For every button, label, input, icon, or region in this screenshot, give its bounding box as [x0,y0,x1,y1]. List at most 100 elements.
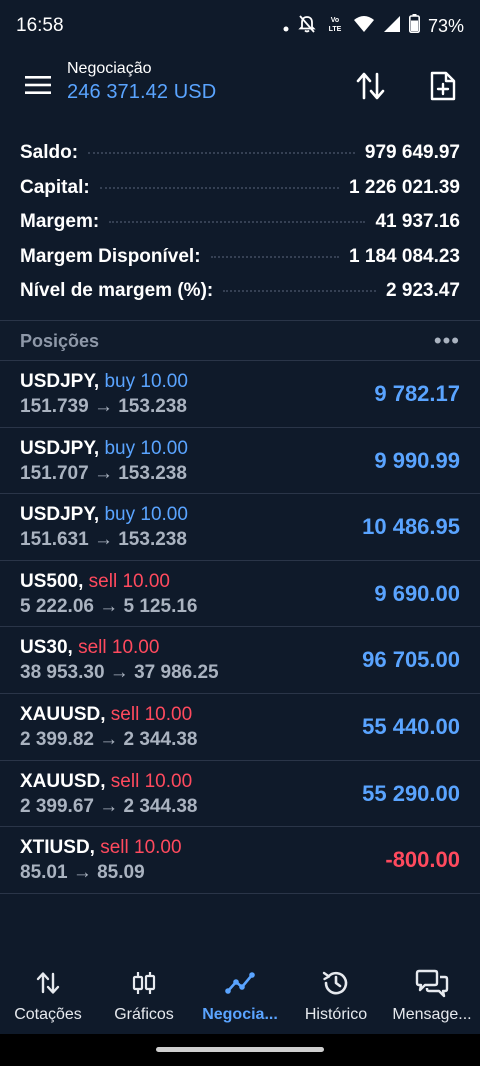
summary-row-margin-level: Nível de margem (%): 2 923.47 [0,274,480,309]
position-symbol: US500, [20,570,84,592]
summary-label: Saldo: [20,142,79,164]
position-prices: 38 953.30 → 37 986.25 [20,662,219,684]
position-row[interactable]: USDJPY, buy 10.00 151.631 → 153.238 10 4… [0,494,480,561]
new-document-icon [430,71,456,101]
summary-row-equity: Capital: 1 226 021.39 [0,171,480,206]
summary-label: Capital: [20,176,90,198]
tab-label: Cotações [14,1006,82,1023]
position-side: buy 10.00 [104,437,188,459]
messages-icon [415,968,449,998]
position-symbol: US30, [20,637,73,659]
summary-label: Nível de margem (%): [20,280,214,302]
position-profit: -800.00 [385,847,460,873]
wifi-icon [353,15,375,38]
position-side: sell 10.00 [110,703,193,725]
dotted-leader [99,186,340,189]
new-order-button[interactable] [425,68,461,104]
summary-value: 1 226 021.39 [349,176,460,198]
history-icon [321,968,351,998]
position-row[interactable]: US500, sell 10.00 5 222.06 → 5 125.16 9 … [0,561,480,628]
tab-quotes[interactable]: Cotações [0,958,96,1034]
position-side: sell 10.00 [78,637,160,659]
battery-icon [408,14,420,38]
svg-text:Vo: Vo [331,17,339,24]
position-side: buy 10.00 [104,504,188,526]
title-block: Negociação 246 371.42 USD [67,60,216,104]
status-icons: Vo LTE 73% [283,14,464,39]
summary-label: Margem: [20,211,100,233]
summary-value: 1 184 084.23 [349,245,460,267]
signal-icon [383,15,401,38]
home-gesture-handle[interactable] [156,1047,324,1052]
position-side: buy 10.00 [104,371,188,392]
charts-icon [130,968,158,998]
positions-list: USDJPY, buy 10.00 151.739 → 153.238 9 78… [0,361,480,894]
position-row[interactable]: XAUUSD, sell 10.00 2 399.67 → 2 344.38 5… [0,761,480,828]
summary-label: Margem Disponível: [20,245,201,267]
dotted-leader [109,221,366,224]
dotted-leader [223,290,377,293]
summary-value: 979 649.97 [364,142,460,164]
menu-button[interactable] [22,71,54,99]
summary-value: 2 923.47 [386,280,460,302]
sort-icon [356,72,385,100]
position-row[interactable]: US30, sell 10.00 38 953.30 → 37 986.25 9… [0,627,480,694]
svg-text:LTE: LTE [329,26,342,33]
position-symbol: USDJPY, [20,504,100,526]
tab-label: Negocia... [202,1006,278,1023]
summary-row-margin: Margem: 41 937.16 [0,205,480,240]
positions-section-header: Posições ••• [0,321,480,361]
position-symbol: XTIUSD, [20,837,95,859]
tab-label: Histórico [304,1006,368,1023]
dot-icon [283,16,289,37]
position-row[interactable]: USDJPY, buy 10.00 151.739 → 153.238 9 78… [0,361,480,428]
bell-muted-icon [297,14,317,39]
position-profit: 55 290.00 [362,780,460,806]
app-header: Negociação 246 371.42 USD [0,52,480,118]
quotes-icon [35,968,61,998]
sort-button[interactable] [353,68,389,104]
tab-history[interactable]: Histórico [288,958,384,1034]
position-symbol: XAUUSD, [20,770,106,792]
status-bar: 16:58 Vo LTE 73% [0,0,480,52]
position-symbol: USDJPY, [20,437,100,459]
tab-messages[interactable]: Mensage... [384,958,480,1034]
position-side: sell 10.00 [88,570,170,592]
summary-row-free-margin: Margem Disponível: 1 184 084.23 [0,240,480,275]
system-nav-bar [0,1034,480,1066]
hamburger-icon [25,76,51,94]
position-prices: 151.631 → 153.238 [20,529,187,551]
position-profit: 96 705.00 [362,647,460,673]
dotted-leader [88,152,355,155]
position-symbol: XAUUSD, [20,703,106,725]
position-prices: 151.739 → 153.238 [20,396,187,417]
position-symbol: USDJPY, [20,371,100,392]
position-row[interactable]: USDJPY, buy 10.00 151.707 → 153.238 9 99… [0,428,480,495]
position-prices: 2 399.82 → 2 344.38 [20,728,198,750]
position-profit: 9 990.99 [374,447,460,473]
position-profit: 9 782.17 [374,381,460,406]
tab-label: Gráficos [114,1006,174,1023]
trade-icon [225,968,255,998]
position-prices: 85.01 → 85.09 [20,862,145,884]
position-profit: 55 440.00 [362,713,460,739]
position-prices: 5 222.06 → 5 125.16 [20,595,198,617]
tab-label: Mensage... [392,1006,472,1023]
position-profit: 10 486.95 [362,514,460,540]
positions-title: Posições [20,330,100,351]
battery-percent: 73% [427,15,464,36]
position-profit: 9 690.00 [374,580,460,606]
position-prices: 2 399.67 → 2 344.38 [20,795,198,817]
page-title: Negociação [67,60,152,77]
position-row[interactable]: XAUUSD, sell 10.00 2 399.82 → 2 344.38 5… [0,694,480,761]
position-side: sell 10.00 [100,837,182,859]
position-prices: 151.707 → 153.238 [20,462,187,484]
tab-trade[interactable]: Negocia... [192,958,288,1034]
position-row[interactable]: XTIUSD, sell 10.00 85.01 → 85.09 -800.00 [0,827,480,894]
tab-charts[interactable]: Gráficos [96,958,192,1034]
more-options-icon[interactable]: ••• [434,328,460,354]
account-balance: 246 371.42 USD [67,81,217,103]
volte-icon: Vo LTE [325,14,345,39]
summary-value: 41 937.16 [375,211,460,233]
bottom-tab-bar: Cotações Gráficos Negocia... Histórico M… [0,958,480,1034]
